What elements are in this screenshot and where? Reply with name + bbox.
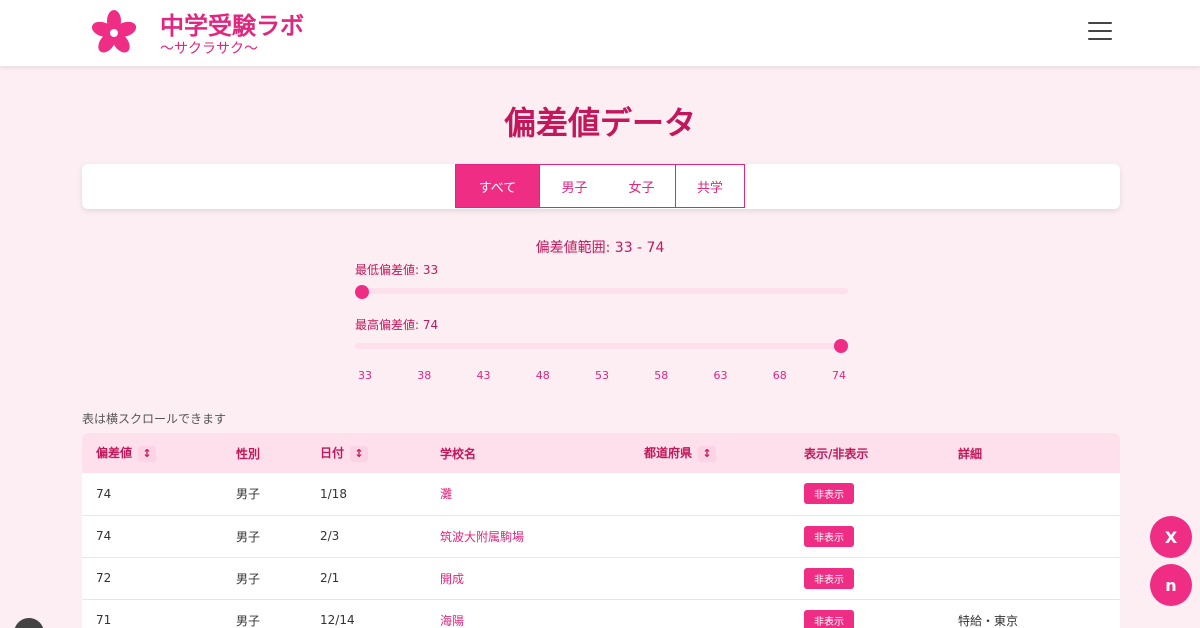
tab-coed[interactable]: 共学 bbox=[675, 164, 745, 208]
cell-score: 74 bbox=[96, 529, 112, 543]
page-title: 偏差値データ bbox=[503, 104, 696, 142]
cell-visibility: 非表示 bbox=[790, 473, 944, 515]
cell-gender: 男子 bbox=[236, 529, 261, 544]
max-score-slider-track[interactable] bbox=[355, 343, 848, 349]
table-row: 74 男子 2/3 筑波大附属駒場 非表示 bbox=[82, 515, 1120, 557]
hide-button[interactable]: 非表示 bbox=[804, 609, 854, 628]
hide-button[interactable]: 非表示 bbox=[804, 483, 854, 505]
score-table: 偏差値 ↕ 性別 日付 ↕ 学校名 都道府県 ↕ 表示/非表示 詳細 74 男子 1/… bbox=[82, 433, 1120, 628]
scale-tick-label: 58 bbox=[654, 369, 669, 382]
max-score-label: 最高偏差値: 74 bbox=[355, 318, 439, 332]
tab-boys[interactable]: 男子 bbox=[539, 164, 609, 208]
scale-tick-label: 53 bbox=[595, 369, 609, 382]
cell-school-link[interactable]: 開成 bbox=[426, 557, 630, 599]
cell-prefecture bbox=[630, 515, 790, 557]
cell-school-link[interactable]: 海陽 bbox=[426, 599, 630, 628]
hamburger-menu-icon[interactable] bbox=[1088, 22, 1112, 42]
tab-girls[interactable]: 女子 bbox=[608, 164, 676, 208]
min-score-label: 最低偏差値: 33 bbox=[355, 263, 439, 277]
col-detail: 詳細 bbox=[958, 446, 983, 461]
cell-school-link[interactable]: 筑波大附属駒場 bbox=[426, 515, 630, 557]
site-subtitle: 〜サクラサク〜 bbox=[160, 41, 258, 57]
hide-button[interactable]: 非表示 bbox=[804, 567, 854, 589]
col-date: 日付 ↕ bbox=[306, 433, 426, 473]
cell-prefecture bbox=[630, 473, 790, 515]
col-prefecture: 都道府県 ↕ bbox=[630, 433, 790, 473]
cell-gender: 男子 bbox=[236, 613, 261, 628]
cell-prefecture bbox=[630, 557, 790, 599]
cell-score: 74 bbox=[96, 486, 112, 501]
site-title[interactable]: 中学受験ラボ bbox=[160, 6, 304, 41]
cell-score: 72 bbox=[96, 571, 112, 585]
cell-visibility: 非表示 bbox=[790, 599, 944, 628]
scroll-note: 表は横スクロールできます bbox=[82, 412, 227, 426]
sort-prefecture-button[interactable]: ↕ bbox=[698, 445, 717, 462]
note-icon: n bbox=[1165, 575, 1177, 595]
cell-score: 71 bbox=[96, 613, 112, 627]
col-visibility: 表示/非表示 bbox=[804, 446, 869, 461]
cell-detail bbox=[944, 473, 1120, 515]
min-score-slider-thumb[interactable] bbox=[355, 285, 369, 299]
cell-visibility: 非表示 bbox=[790, 557, 944, 599]
sort-date-button[interactable]: ↕ bbox=[350, 445, 369, 462]
scale-tick-label: 38 bbox=[417, 369, 432, 382]
min-score-slider-track[interactable] bbox=[355, 288, 848, 294]
table-row: 74 男子 1/18 灘 非表示 bbox=[82, 473, 1120, 515]
sort-score-button[interactable]: ↕ bbox=[138, 445, 157, 462]
cell-school-link[interactable]: 灘 bbox=[426, 473, 630, 515]
cell-date: 1/18 bbox=[320, 486, 347, 501]
table-row: 72 男子 2/1 開成 非表示 bbox=[82, 557, 1120, 599]
col-gender: 性別 bbox=[236, 446, 261, 461]
floating-action-icon[interactable] bbox=[14, 618, 44, 628]
note-share-button[interactable]: n bbox=[1150, 564, 1192, 606]
score-scale-ticks: 33 38 43 48 53 58 63 68 74 bbox=[340, 369, 860, 383]
sakura-logo-icon[interactable] bbox=[90, 9, 138, 57]
scale-tick-label: 33 bbox=[358, 369, 372, 382]
hide-button[interactable]: 非表示 bbox=[804, 525, 854, 547]
scale-tick-label: 63 bbox=[713, 369, 728, 382]
cell-date: 12/14 bbox=[320, 613, 355, 627]
range-label: 偏差値範囲: 33 - 74 bbox=[535, 240, 665, 256]
col-school: 学校名 bbox=[440, 446, 477, 461]
cell-detail bbox=[944, 557, 1120, 599]
tab-all[interactable]: すべて bbox=[455, 164, 540, 208]
cell-date: 2/1 bbox=[320, 571, 340, 585]
max-score-slider-thumb[interactable] bbox=[834, 339, 848, 353]
col-score: 偏差値 ↕ bbox=[82, 433, 222, 473]
site-header: 中学受験ラボ 〜サクラサク〜 bbox=[0, 0, 1200, 66]
x-icon: X bbox=[1164, 527, 1178, 547]
table-row: 71 男子 12/14 海陽 非表示 特給・東京 bbox=[82, 599, 1120, 628]
cell-detail bbox=[944, 515, 1120, 557]
scale-tick-label: 68 bbox=[772, 369, 787, 382]
cell-prefecture bbox=[630, 599, 790, 628]
x-share-button[interactable]: X bbox=[1150, 516, 1192, 558]
table-header-row: 偏差値 ↕ 性別 日付 ↕ 学校名 都道府県 ↕ 表示/非表示 詳細 bbox=[82, 433, 1120, 473]
cell-gender: 男子 bbox=[236, 487, 261, 502]
scale-tick-label: 48 bbox=[535, 369, 550, 382]
cell-visibility: 非表示 bbox=[790, 515, 944, 557]
scale-tick-label: 43 bbox=[476, 369, 491, 382]
cell-gender: 男子 bbox=[236, 571, 261, 586]
scale-tick-label: 74 bbox=[832, 369, 846, 382]
cell-detail: 特給・東京 bbox=[958, 613, 1019, 628]
cell-date: 2/3 bbox=[320, 529, 340, 543]
gender-filter-tabs: すべて 男子 女子 共学 bbox=[455, 164, 745, 208]
